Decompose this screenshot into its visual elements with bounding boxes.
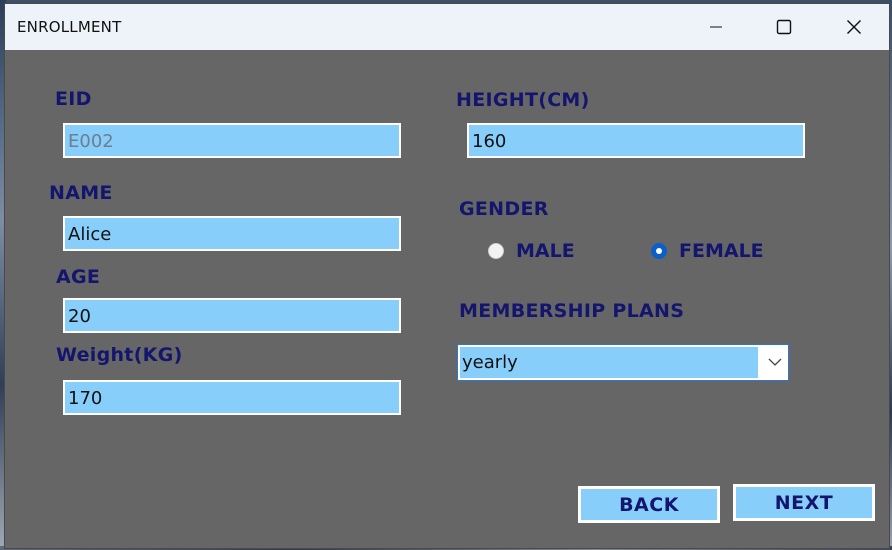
back-button[interactable]: BACK [578,486,720,523]
maximize-icon [776,19,792,35]
age-field[interactable]: 20 [63,298,401,333]
name-label: NAME [49,182,113,204]
minimize-icon [710,26,722,28]
close-button[interactable] [831,4,877,50]
gender-male-radio[interactable]: MALE [488,240,575,262]
membership-plans-label: MEMBERSHIP PLANS [459,300,685,322]
chevron-down-icon [768,358,782,366]
weight-field[interactable]: 170 [63,380,401,415]
next-button[interactable]: NEXT [733,484,875,521]
membership-plan-value: yearly [460,347,758,378]
eid-label: EID [55,88,92,110]
gender-female-radio[interactable]: FEMALE [651,240,764,262]
radio-selected-icon [651,243,667,259]
gender-male-label: MALE [516,240,575,262]
maximize-button[interactable] [761,4,807,50]
eid-field[interactable]: E002 [63,123,401,158]
weight-label: Weight(KG) [56,344,183,366]
gender-label: GENDER [459,198,549,220]
enrollment-window: ENROLLMENT EID E002 NAME Alice AGE 20 We… [4,3,890,549]
radio-unselected-icon [488,243,504,259]
window-title: ENROLLMENT [17,18,122,36]
gender-female-label: FEMALE [679,240,764,262]
name-field[interactable]: Alice [63,216,401,251]
membership-plan-select[interactable]: yearly [457,344,789,381]
close-icon [847,20,861,34]
minimize-button[interactable] [693,4,739,50]
age-label: AGE [56,266,101,288]
title-bar[interactable]: ENROLLMENT [5,4,889,50]
height-field[interactable]: 160 [467,123,805,158]
height-label: HEIGHT(CM) [456,89,590,111]
